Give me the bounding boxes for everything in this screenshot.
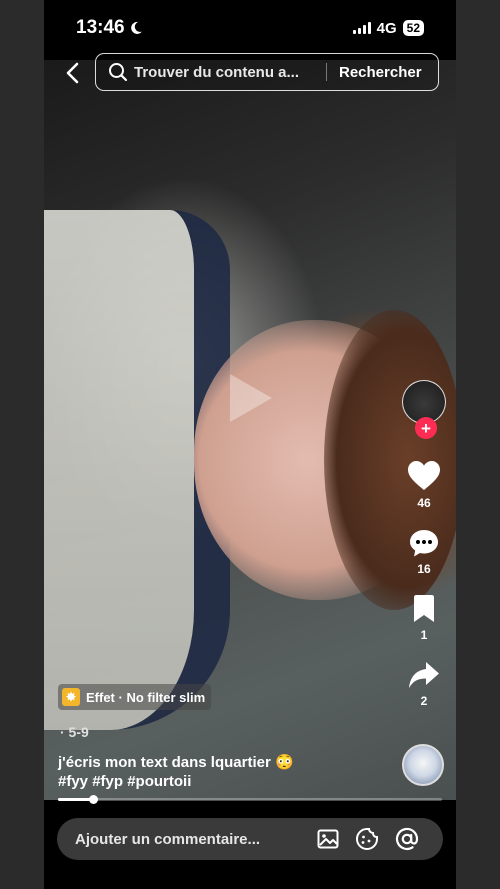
status-bar: 13:46 4G 52 <box>44 0 456 56</box>
follow-plus-icon[interactable]: + <box>415 417 437 439</box>
sparkle-icon: ✸ <box>62 688 80 706</box>
status-indicators: 4G 52 <box>352 19 424 37</box>
effect-chip[interactable]: ✸ Effet · No filter slim <box>58 684 212 710</box>
comment-bar <box>57 818 443 860</box>
search-box[interactable]: Rechercher <box>95 53 439 91</box>
video-progress-bar[interactable] <box>58 795 442 804</box>
network-type: 4G <box>376 19 397 37</box>
progress-thumb[interactable] <box>88 795 98 804</box>
share-arrow-icon <box>409 662 439 688</box>
share-button[interactable]: 2 <box>408 660 440 708</box>
moon-icon <box>130 21 142 34</box>
post-caption[interactable]: j'écris mon text dans lquartier 😳 #fyy #… <box>58 753 388 791</box>
signal-icon <box>352 22 371 34</box>
comment-tools <box>317 827 419 851</box>
like-button[interactable]: 46 <box>407 460 441 510</box>
search-header: Rechercher <box>44 53 456 93</box>
creator-avatar[interactable]: + <box>402 380 446 439</box>
bookmark-icon <box>414 595 434 622</box>
save-button[interactable]: 1 <box>412 594 436 642</box>
image-icon[interactable] <box>317 829 339 849</box>
comment-bubble-icon <box>410 530 438 557</box>
status-time-text: 13:46 <box>76 17 125 38</box>
play-icon[interactable] <box>226 370 276 426</box>
comment-input[interactable] <box>75 830 311 848</box>
chevron-left-icon <box>66 62 79 84</box>
back-button[interactable] <box>58 59 86 87</box>
comment-count: 16 <box>417 562 431 576</box>
search-button[interactable]: Rechercher <box>339 64 422 81</box>
share-count: 2 <box>420 694 428 708</box>
action-rail: + 46 16 1 2 <box>400 380 448 708</box>
search-icon <box>108 62 128 82</box>
post-date: · 5-9 <box>60 724 89 740</box>
battery-icon: 52 <box>402 20 424 36</box>
caption-text: j'écris mon text dans lquartier 😳 <box>58 754 294 771</box>
emoji-icon[interactable] <box>355 827 379 851</box>
search-input[interactable] <box>134 63 316 81</box>
search-divider <box>326 63 327 81</box>
save-count: 1 <box>420 628 428 642</box>
caption-hashtags[interactable]: #fyy #fyp #pourtoii <box>58 772 388 791</box>
effect-label: Effet · No filter slim <box>86 689 206 705</box>
like-count: 46 <box>417 496 431 510</box>
phone-screen: 13:46 4G 52 Rechercher + <box>44 0 456 889</box>
sound-disc[interactable] <box>402 744 444 786</box>
status-time: 13:46 <box>76 17 143 39</box>
progress-fill <box>58 798 93 801</box>
comment-button[interactable]: 16 <box>408 528 440 576</box>
mention-icon[interactable] <box>395 827 419 851</box>
heart-icon <box>408 461 440 490</box>
